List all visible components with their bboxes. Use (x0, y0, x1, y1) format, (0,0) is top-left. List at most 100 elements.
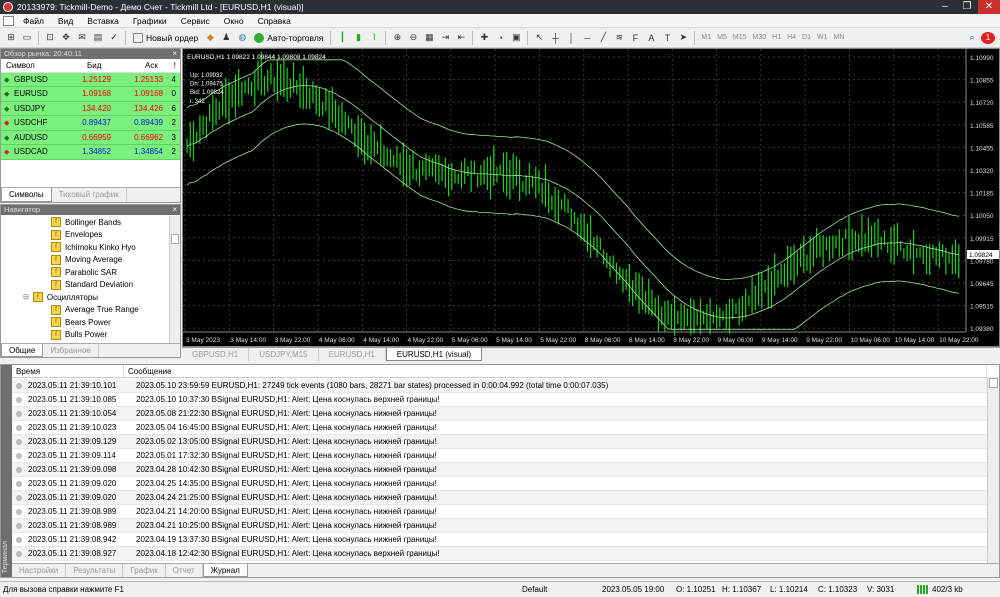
tab-favorites[interactable]: Избранное (43, 344, 99, 357)
tab-common[interactable]: Общие (1, 344, 44, 357)
symbol-cell[interactable]: ◆ AUDUSD (1, 130, 73, 145)
close-icon[interactable]: × (172, 205, 177, 215)
maximize-button[interactable]: ❐ (956, 0, 978, 14)
journal-row[interactable]: 2023.05.11 21:39:10.054 2023.05.08 21:22:… (12, 407, 987, 421)
indicators-icon[interactable]: ✚ (477, 31, 491, 45)
menu-help[interactable]: Справка (251, 16, 298, 26)
periods-icon[interactable]: ◔ (493, 31, 507, 45)
arrows-icon[interactable]: ➤ (676, 31, 690, 45)
trendline-icon[interactable]: ╱ (596, 31, 610, 45)
candles-icon[interactable]: ▮ (351, 31, 365, 45)
price-chart[interactable]: 1.10990 1.10855 1.10720 1.10585 1.10455 1.103… (183, 49, 999, 346)
tf-d1[interactable]: D1 (799, 34, 814, 41)
chart-tab-gbpusd[interactable]: GBPUSD,H1 (182, 348, 250, 361)
text-icon[interactable]: A (644, 31, 658, 45)
horizontal-line-icon[interactable]: ─ (580, 31, 594, 45)
navigator-item[interactable]: f Envelopes (1, 229, 180, 242)
data-window-icon[interactable]: ✥ (59, 31, 73, 45)
tester-icon[interactable]: ✓ (107, 31, 121, 45)
tile-windows-icon[interactable]: ▦ (422, 31, 436, 45)
market-row[interactable]: ◆ GBPUSD 1.25129 1.25133 4 (1, 72, 180, 87)
symbol-cell[interactable]: ◆ USDCAD (1, 144, 73, 160)
journal-row[interactable]: 2023.05.11 21:39:08.989 2023.04.21 14:20:… (12, 505, 987, 519)
journal-row[interactable]: 2023.05.11 21:39:10.101 2023.05.10 23:59:… (12, 379, 987, 393)
menu-view[interactable]: Вид (51, 16, 80, 26)
tf-m30[interactable]: M30 (750, 34, 770, 41)
chart-area[interactable]: 1.10990 1.10855 1.10720 1.10585 1.10455 1.103… (182, 48, 1000, 347)
new-order-button[interactable]: Новый ордер (129, 30, 202, 46)
market-row[interactable]: ◆ USDCHF 0.89437 0.89439 2 (1, 115, 180, 131)
templates-icon[interactable]: ▣ (509, 31, 523, 45)
symbol-cell[interactable]: ◆ USDJPY (1, 101, 73, 116)
autoscroll-icon[interactable]: ⇥ (438, 31, 452, 45)
journal-row[interactable]: 2023.05.11 21:39:10.085 2023.05.10 10:37:… (12, 393, 987, 407)
zoom-in-icon[interactable]: ⊕ (390, 31, 404, 45)
tab-settings[interactable]: Настройки (12, 564, 67, 577)
chart-tab-eurusd[interactable]: EURUSD,H1 (319, 348, 386, 361)
navigator-item[interactable]: f Standard Deviation (1, 279, 180, 292)
symbol-cell[interactable]: ◆ GBPUSD (1, 72, 73, 87)
menu-charts[interactable]: Графики (126, 16, 174, 26)
menu-window[interactable]: Окно (217, 16, 251, 26)
navigator-item[interactable]: f Moving Average (1, 254, 180, 267)
market-row[interactable]: ◆ AUDUSD 0.66959 0.66962 3 (1, 130, 180, 145)
market-row[interactable]: ◆ USDCAD 1.34852 1.34854 2 (1, 144, 180, 160)
navigator-item[interactable]: f Bollinger Bands (1, 216, 180, 229)
chart-tab-eurusd-visual[interactable]: EURUSD,H1 (visual) (385, 348, 483, 361)
col-ask[interactable]: Аск (115, 59, 167, 73)
navigator-item[interactable]: ⊟ f Осцилляторы (1, 291, 180, 304)
menu-file[interactable]: Файл (16, 16, 51, 26)
journal-row[interactable]: 2023.05.11 21:39:08.927 2023.04.18 12:42:… (12, 547, 987, 561)
navigator-item[interactable]: f Parabolic SAR (1, 266, 180, 279)
navigator-item[interactable]: f Bulls Power (1, 329, 180, 342)
journal-row[interactable]: 2023.05.11 21:39:09.098 2023.04.28 10:42:… (12, 463, 987, 477)
fibonacci-icon[interactable]: F (628, 31, 642, 45)
collapse-icon[interactable]: ⊟ (23, 293, 29, 301)
tf-h4[interactable]: H4 (784, 34, 799, 41)
journal-row[interactable]: 2023.05.11 21:39:09.020 2023.04.25 14:35:… (12, 477, 987, 491)
people-icon[interactable]: ♟ (219, 31, 233, 45)
symbol-cell[interactable]: ◆ USDCHF (1, 115, 73, 131)
market-row[interactable]: ◆ EURUSD 1.09168 1.09168 0 (1, 86, 180, 102)
col-bid[interactable]: Бид (73, 59, 115, 73)
navigator-icon[interactable]: ✉ (75, 31, 89, 45)
channel-icon[interactable]: ≋ (612, 31, 626, 45)
journal-row[interactable]: 2023.05.11 21:39:08.989 2023.04.21 10:25:… (12, 519, 987, 533)
minimize-button[interactable]: – (934, 0, 956, 14)
zoom-out-icon[interactable]: ⊖ (406, 31, 420, 45)
notification-icon[interactable]: 1 (981, 31, 995, 44)
menu-tools[interactable]: Сервис (174, 16, 217, 26)
close-icon[interactable]: × (172, 49, 177, 59)
cursor-icon[interactable]: ↖ (532, 31, 546, 45)
tf-h1[interactable]: H1 (769, 34, 784, 41)
market-watch-icon[interactable]: ⊡ (43, 31, 57, 45)
terminal-icon[interactable]: ▤ (91, 31, 105, 45)
bar-chart-icon[interactable]: ┃ (335, 31, 349, 45)
tf-m5[interactable]: M5 (714, 34, 730, 41)
tf-m15[interactable]: M15 (730, 34, 750, 41)
journal-row[interactable]: 2023.05.11 21:39:09.020 2023.04.24 21:25:… (12, 491, 987, 505)
tab-results[interactable]: Результаты (66, 564, 124, 577)
journal-scrollbar[interactable] (987, 377, 999, 563)
col-spread[interactable]: ! (167, 59, 180, 73)
journal-row[interactable]: 2023.05.11 21:39:10.023 2023.05.04 16:45:… (12, 421, 987, 435)
search-icon[interactable]: ⌕ (965, 31, 979, 45)
tf-mn[interactable]: MN (831, 34, 848, 41)
globe-icon[interactable]: ◍ (235, 31, 249, 45)
metaeditor-icon[interactable]: ◆ (203, 31, 217, 45)
menu-insert[interactable]: Вставка (80, 16, 126, 26)
new-chart-icon[interactable]: ⊞ (4, 31, 18, 45)
autotrading-button[interactable]: Авто-торговля (250, 30, 327, 46)
navigator-item[interactable]: f Bears Power (1, 316, 180, 329)
chart-tab-usdjpy[interactable]: USDJPY,M15 (249, 348, 319, 361)
chart-shift-icon[interactable]: ⇤ (454, 31, 468, 45)
journal-row[interactable]: 2023.05.11 21:39:08.942 2023.04.19 13:37:… (12, 533, 987, 547)
tab-graph[interactable]: График (123, 564, 166, 577)
label-icon[interactable]: T (660, 31, 674, 45)
navigator-item[interactable]: f Ichimoku Kinko Hyo (1, 241, 180, 254)
line-chart-icon[interactable]: ⌇ (367, 31, 381, 45)
navigator-scrollbar[interactable] (169, 216, 180, 343)
symbol-cell[interactable]: ◆ EURUSD (1, 86, 73, 102)
tf-w1[interactable]: W1 (814, 34, 831, 41)
tab-tick-chart[interactable]: Тиковый график (52, 188, 127, 202)
